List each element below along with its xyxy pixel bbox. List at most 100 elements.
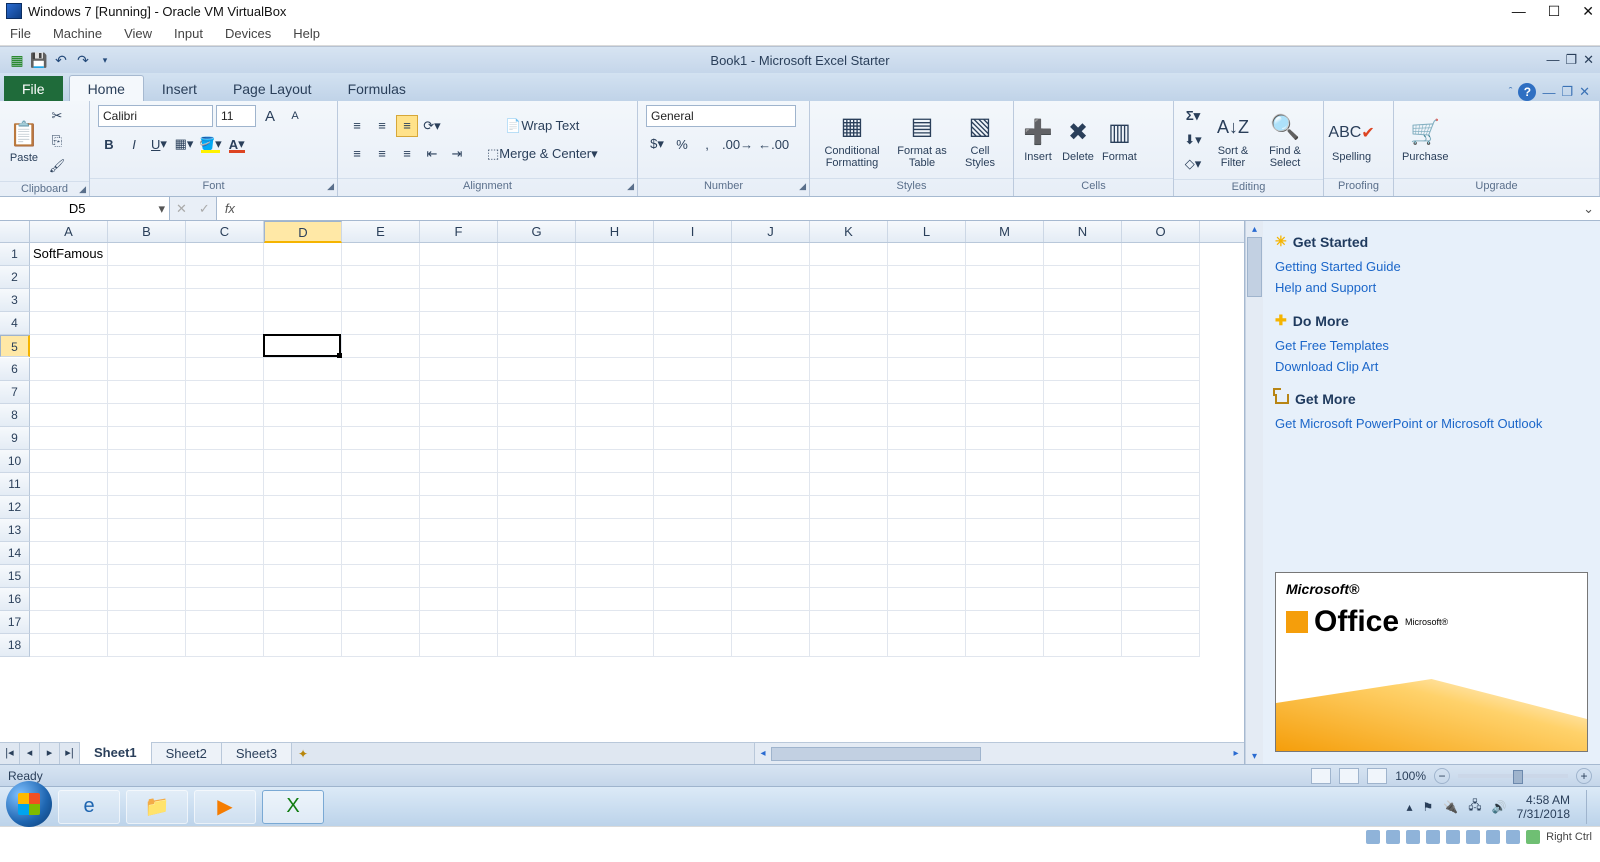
vscroll-down-icon[interactable]: ▾: [1246, 748, 1263, 764]
cell-N1[interactable]: [1044, 243, 1122, 266]
vscroll-thumb[interactable]: [1247, 237, 1262, 297]
underline-button[interactable]: U▾: [148, 133, 170, 155]
hscroll-thumb[interactable]: [771, 747, 981, 761]
find-select-button[interactable]: 🔍Find & Select: [1262, 111, 1308, 169]
save-button[interactable]: 💾: [28, 50, 50, 70]
cell-L3[interactable]: [888, 289, 966, 312]
cell-E2[interactable]: [342, 266, 420, 289]
conditional-formatting-button[interactable]: ▦Conditional Formatting: [818, 111, 886, 169]
cell-K17[interactable]: [810, 611, 888, 634]
cell-M6[interactable]: [966, 358, 1044, 381]
cell-J1[interactable]: [732, 243, 810, 266]
grow-font-button[interactable]: A: [259, 105, 281, 127]
cell-E14[interactable]: [342, 542, 420, 565]
vb-hd-icon[interactable]: [1366, 830, 1380, 844]
vb-maximize-button[interactable]: ☐: [1548, 3, 1561, 20]
font-launcher[interactable]: ◢: [327, 181, 334, 192]
align-center-button[interactable]: ≡: [371, 143, 393, 165]
cell-I13[interactable]: [654, 519, 732, 542]
cell-E6[interactable]: [342, 358, 420, 381]
cell-N2[interactable]: [1044, 266, 1122, 289]
cell-H5[interactable]: [576, 335, 654, 358]
tab-home[interactable]: Home: [69, 75, 144, 101]
vb-mouse-icon[interactable]: [1506, 830, 1520, 844]
cell-A11[interactable]: [30, 473, 108, 496]
cell-D17[interactable]: [264, 611, 342, 634]
cell-D12[interactable]: [264, 496, 342, 519]
delete-cells-button[interactable]: ✖Delete: [1062, 117, 1094, 163]
cell-I16[interactable]: [654, 588, 732, 611]
cell-K18[interactable]: [810, 634, 888, 657]
column-header-N[interactable]: N: [1044, 221, 1122, 242]
cell-G7[interactable]: [498, 381, 576, 404]
cell-O12[interactable]: [1122, 496, 1200, 519]
cell-F16[interactable]: [420, 588, 498, 611]
cell-H2[interactable]: [576, 266, 654, 289]
help-icon[interactable]: ?: [1518, 83, 1536, 101]
cell-E4[interactable]: [342, 312, 420, 335]
cell-N14[interactable]: [1044, 542, 1122, 565]
cell-H9[interactable]: [576, 427, 654, 450]
row-header-4[interactable]: 4: [0, 312, 30, 335]
cell-G2[interactable]: [498, 266, 576, 289]
cell-K2[interactable]: [810, 266, 888, 289]
cell-D16[interactable]: [264, 588, 342, 611]
cell-A5[interactable]: [30, 335, 108, 358]
cell-L10[interactable]: [888, 450, 966, 473]
cell-D3[interactable]: [264, 289, 342, 312]
cell-G17[interactable]: [498, 611, 576, 634]
number-format-select[interactable]: [646, 105, 796, 127]
cell-C13[interactable]: [186, 519, 264, 542]
tab-insert[interactable]: Insert: [144, 76, 215, 101]
cell-L9[interactable]: [888, 427, 966, 450]
redo-button[interactable]: ↷: [72, 50, 94, 70]
cell-F3[interactable]: [420, 289, 498, 312]
cell-L16[interactable]: [888, 588, 966, 611]
row-header-5[interactable]: 5: [0, 335, 30, 357]
cell-B17[interactable]: [108, 611, 186, 634]
wrap-text-button[interactable]: 📄 Wrap Text: [482, 115, 603, 137]
clear-button[interactable]: ◇▾: [1182, 153, 1204, 175]
name-box[interactable]: ▾: [0, 197, 170, 220]
cell-L17[interactable]: [888, 611, 966, 634]
cell-H1[interactable]: [576, 243, 654, 266]
cell-J17[interactable]: [732, 611, 810, 634]
cell-O2[interactable]: [1122, 266, 1200, 289]
cell-H13[interactable]: [576, 519, 654, 542]
start-button[interactable]: [6, 781, 52, 827]
taskbar-explorer-button[interactable]: 📁: [126, 790, 188, 824]
cell-B14[interactable]: [108, 542, 186, 565]
cell-J18[interactable]: [732, 634, 810, 657]
taskbar-media-player-button[interactable]: ▶: [194, 790, 256, 824]
cell-I7[interactable]: [654, 381, 732, 404]
cell-B16[interactable]: [108, 588, 186, 611]
cell-G9[interactable]: [498, 427, 576, 450]
shrink-font-button[interactable]: A: [284, 105, 306, 127]
fx-icon[interactable]: fx: [217, 201, 243, 216]
cell-O3[interactable]: [1122, 289, 1200, 312]
qat-customize[interactable]: ▾: [94, 50, 116, 70]
cell-O18[interactable]: [1122, 634, 1200, 657]
format-cells-button[interactable]: ▥Format: [1102, 117, 1137, 163]
workbook-close[interactable]: ✕: [1579, 84, 1590, 100]
cell-G18[interactable]: [498, 634, 576, 657]
taskbar-excel-button[interactable]: X: [262, 790, 324, 824]
cell-L15[interactable]: [888, 565, 966, 588]
cell-M13[interactable]: [966, 519, 1044, 542]
taskbar-ie-button[interactable]: e: [58, 790, 120, 824]
cell-O13[interactable]: [1122, 519, 1200, 542]
cell-L18[interactable]: [888, 634, 966, 657]
cell-O10[interactable]: [1122, 450, 1200, 473]
cell-C18[interactable]: [186, 634, 264, 657]
cell-M5[interactable]: [966, 335, 1044, 358]
cell-G8[interactable]: [498, 404, 576, 427]
vb-menu-input[interactable]: Input: [174, 26, 203, 41]
align-left-button[interactable]: ≡: [346, 143, 368, 165]
cell-M11[interactable]: [966, 473, 1044, 496]
cell-B2[interactable]: [108, 266, 186, 289]
cell-L8[interactable]: [888, 404, 966, 427]
name-box-input[interactable]: [0, 201, 154, 216]
column-header-A[interactable]: A: [30, 221, 108, 242]
vb-menu-help[interactable]: Help: [293, 26, 320, 41]
paste-icon[interactable]: 📋: [8, 118, 40, 150]
